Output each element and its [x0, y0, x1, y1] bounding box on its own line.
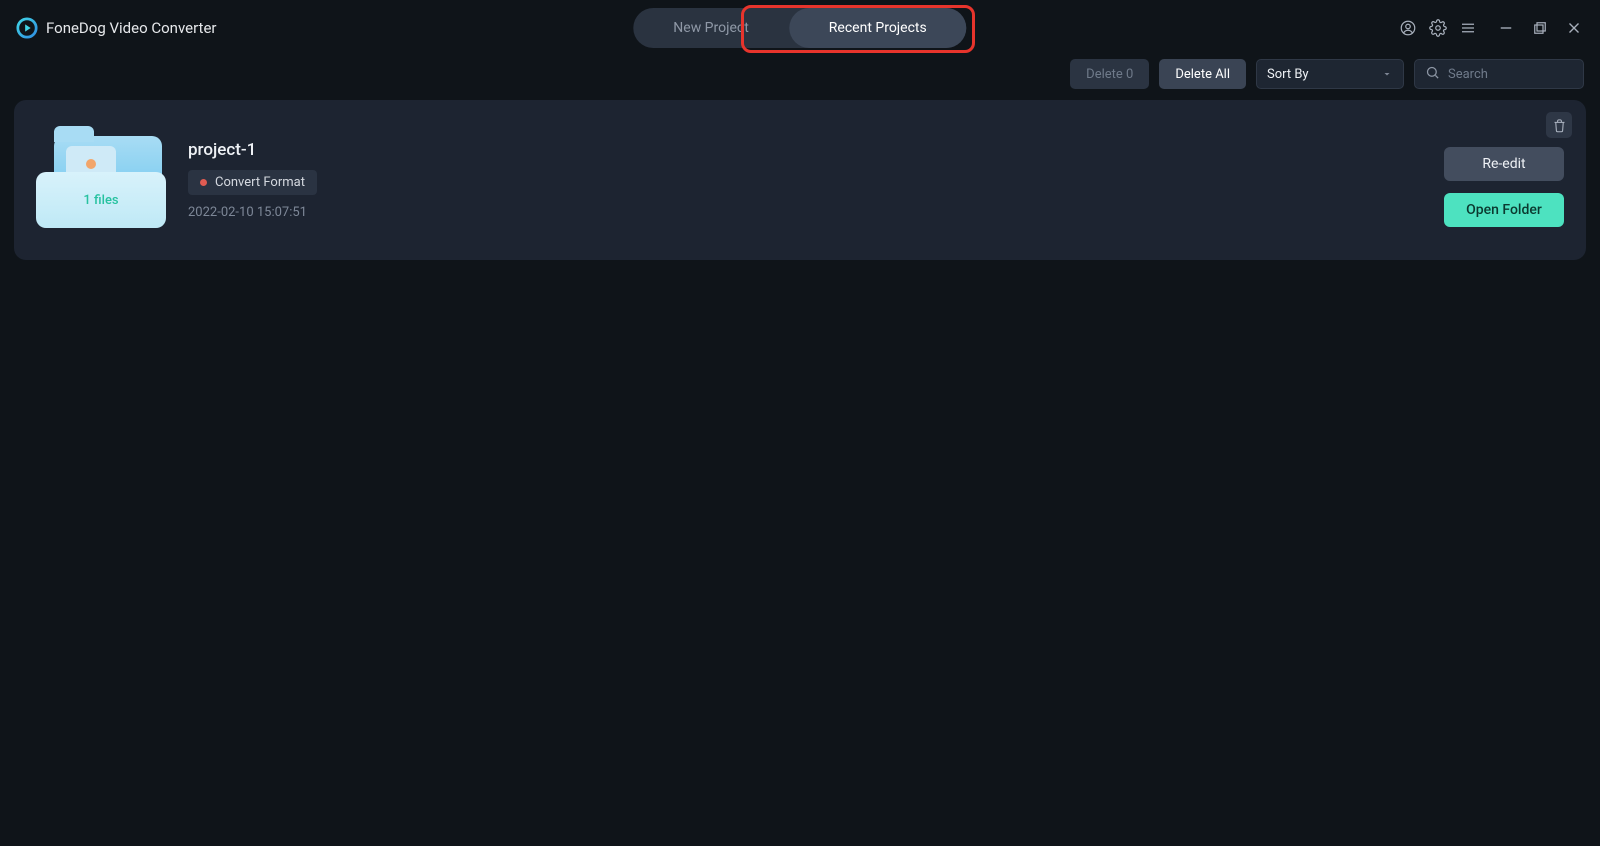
settings-icon[interactable] [1428, 18, 1448, 38]
hamburger-menu-icon[interactable] [1458, 18, 1478, 38]
reedit-button[interactable]: Re-edit [1444, 147, 1564, 181]
delete-project-button[interactable] [1546, 112, 1572, 138]
card-actions: Re-edit Open Folder [1444, 147, 1564, 227]
tab-group: New Project Recent Projects [633, 8, 966, 48]
project-meta: project-1 Convert Format 2022-02-10 15:0… [188, 140, 1422, 220]
delete-selected-button[interactable]: Delete 0 [1070, 59, 1149, 89]
search-input[interactable] [1448, 67, 1568, 82]
app-title: FoneDog Video Converter [46, 19, 216, 37]
delete-all-button[interactable]: Delete All [1159, 59, 1246, 89]
close-icon[interactable] [1564, 18, 1584, 38]
chevron-down-icon [1381, 65, 1393, 84]
app-logo: FoneDog Video Converter [16, 17, 216, 39]
project-badge: Convert Format [188, 170, 317, 195]
tab-recent-projects[interactable]: Recent Projects [789, 8, 967, 48]
sort-by-label: Sort By [1267, 67, 1309, 82]
project-thumbnail: 1 files [36, 132, 166, 228]
badge-label: Convert Format [215, 175, 305, 190]
project-card: 1 files project-1 Convert Format 2022-02… [14, 100, 1586, 260]
tab-new-project[interactable]: New Project [633, 8, 789, 48]
project-timestamp: 2022-02-10 15:07:51 [188, 205, 1422, 220]
search-field[interactable] [1414, 59, 1584, 89]
account-icon[interactable] [1398, 18, 1418, 38]
maximize-icon[interactable] [1530, 18, 1550, 38]
open-folder-button[interactable]: Open Folder [1444, 193, 1564, 227]
window-controls [1496, 18, 1584, 38]
sort-by-dropdown[interactable]: Sort By [1256, 59, 1404, 89]
badge-dot-icon [200, 179, 207, 186]
project-title: project-1 [188, 140, 1422, 160]
folder-files-label: 1 files [83, 193, 118, 208]
folder-front-icon: 1 files [36, 172, 166, 228]
toolbar-row: Delete 0 Delete All Sort By [0, 56, 1600, 100]
titlebar-right [1398, 18, 1584, 38]
titlebar: FoneDog Video Converter New Project Rece… [0, 0, 1600, 56]
content-area: 1 files project-1 Convert Format 2022-02… [0, 100, 1600, 260]
app-logo-icon [16, 17, 38, 39]
search-icon [1425, 65, 1440, 84]
minimize-icon[interactable] [1496, 18, 1516, 38]
